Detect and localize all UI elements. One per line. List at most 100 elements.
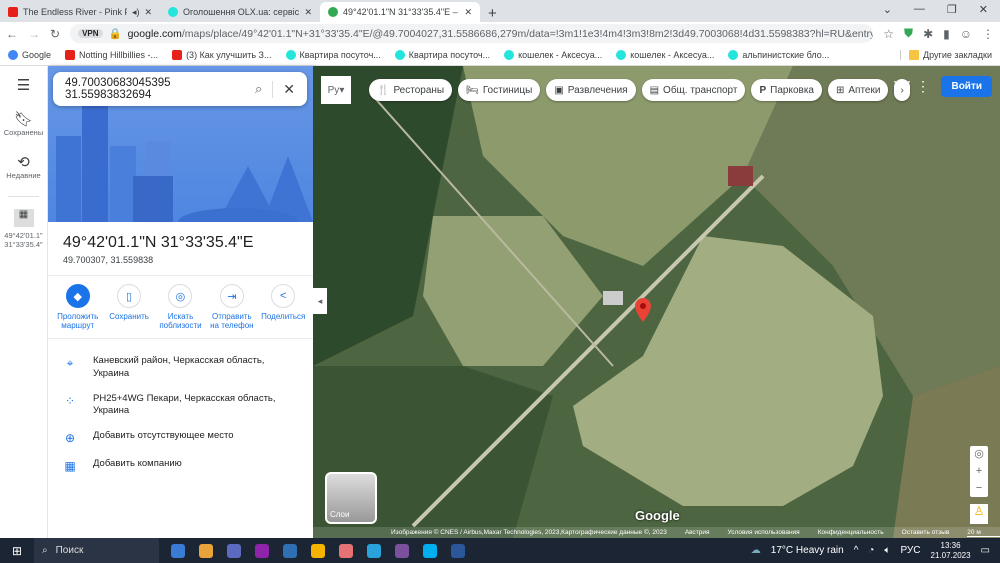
tab-youtube[interactable]: The Endless River - Pink Floyd◂)✕ (0, 2, 160, 22)
bookmark[interactable]: альпинистские бло... (728, 50, 829, 60)
volume-icon[interactable]: 🔈︎ (884, 545, 890, 556)
add-missing-place-row[interactable]: ⊕ Добавить отсутствующее место (48, 422, 313, 450)
bookmark[interactable]: кошелек - Аксесуа... (616, 50, 714, 60)
save-button[interactable]: ▯ Сохранить (104, 284, 154, 330)
bookmark[interactable]: Квартира посуточ... (285, 50, 381, 60)
tab-google-maps[interactable]: 49°42'01.1"N 31°33'35.4"E – Google Maps✕ (320, 2, 480, 22)
tab-search-button[interactable]: ⌄ (883, 3, 892, 16)
recent-button[interactable]: ⟲ Недавние (0, 153, 47, 180)
search-box[interactable]: 49.70030683045395 31.55983832694 ⌕ ✕ (53, 72, 307, 106)
menu-button[interactable]: ☰ (0, 76, 47, 94)
taskbar-app-icon[interactable] (395, 543, 409, 558)
back-icon[interactable]: ← (6, 27, 18, 41)
share-button[interactable]: < Поделиться (258, 284, 308, 330)
maps-side-rail: ☰ 🔖︎ Сохранены ⟲ Недавние ▦ 49°42'01.1" 31°3… (0, 66, 48, 538)
close-tab-icon[interactable]: ✕ (144, 7, 152, 18)
zoom-in-button[interactable]: + (970, 463, 988, 480)
search-icon[interactable]: ⌕ (255, 81, 262, 97)
close-icon[interactable]: ✕ (272, 80, 295, 98)
taskbar-app-icon[interactable] (171, 543, 185, 558)
weather-text[interactable]: 17°C Heavy rain (771, 545, 844, 556)
star-icon[interactable]: ☆ (883, 27, 894, 41)
scale-bar[interactable]: 20 м (967, 529, 1000, 537)
layers-button[interactable]: Слои (325, 472, 377, 524)
windows-start-icon[interactable]: ⊞ (0, 544, 34, 558)
notifications-icon[interactable]: ▭ (981, 545, 990, 556)
address-bar[interactable]: VPN 🔒 google.com/maps/place/49°42'01.1"N… (70, 24, 874, 43)
chip-pharmacies[interactable]: ⊞ Аптеки (827, 79, 889, 101)
weather-icon: ☁ (750, 545, 761, 556)
bookmarks-bar: Google Notting Hillbillies -... (3) Как … (0, 45, 1000, 66)
youtube-icon (8, 7, 18, 17)
apps-grid-icon[interactable]: ⋮⋮⋮ (888, 78, 930, 95)
taskbar-app-icon[interactable] (255, 543, 269, 558)
extensions-icon[interactable]: ✱ (923, 27, 933, 41)
taskbar-app-icon[interactable] (367, 543, 381, 558)
language-select[interactable]: Ру ▾ (321, 76, 351, 104)
zoom-out-button[interactable]: − (970, 480, 988, 497)
add-place-icon: ⊕ (64, 431, 76, 446)
mute-icon[interactable]: ◂) (132, 7, 140, 18)
taskbar-app-icon[interactable] (423, 543, 437, 558)
saved-button[interactable]: 🔖︎ Сохранены (0, 110, 47, 137)
chip-transit[interactable]: ▤ Общ. транспорт (641, 79, 746, 101)
vpn-badge[interactable]: VPN (78, 29, 103, 38)
reload-icon[interactable]: ↻ (50, 27, 60, 41)
taskbar-app-icon[interactable] (199, 543, 213, 558)
recent-place[interactable]: ▦ 49°42'01.1" 31°33'35.4" (0, 209, 47, 249)
taskbar-app-icon[interactable] (451, 543, 465, 558)
chip-entertainment[interactable]: ▣ Развлечения (546, 79, 636, 101)
menu-icon[interactable]: ⋮ (982, 27, 994, 41)
my-location-icon[interactable]: ◎ (970, 446, 988, 463)
close-window-button[interactable]: ✕ (979, 3, 988, 16)
map-footer: Изображения © CNES / Airbus,Maxar Techno… (313, 527, 1000, 538)
chip-restaurants[interactable]: 🍴 Рестораны (369, 79, 453, 101)
chip-parking[interactable]: P Парковка (751, 79, 822, 101)
other-bookmarks[interactable]: Другие закладки (900, 50, 992, 60)
chip-hotels[interactable]: 🛏 Гостиницы (458, 79, 541, 101)
bookmark[interactable]: (3) Как улучшить З... (172, 50, 272, 60)
language-indicator[interactable]: РУС (900, 545, 920, 556)
close-tab-icon[interactable]: ✕ (304, 7, 312, 18)
footer-link[interactable]: Условия использования (728, 529, 800, 536)
taskbar-app-icon[interactable] (339, 543, 353, 558)
network-icon[interactable]: ◔ (868, 545, 874, 556)
taskbar-search[interactable]: ⌕ Поиск (34, 538, 159, 563)
add-business-icon: ▦ (64, 459, 76, 474)
close-tab-icon[interactable]: ✕ (464, 7, 472, 18)
bookmark[interactable]: кошелек - Аксесуа... (504, 50, 602, 60)
pegman-icon[interactable]: ♙ (970, 504, 988, 524)
maximize-button[interactable]: ❐ (947, 3, 957, 16)
side-panel-icon[interactable]: ▮ (943, 27, 950, 41)
forward-icon[interactable]: → (28, 27, 40, 41)
footer-link[interactable]: Оставить отзыв (902, 529, 950, 536)
satellite-map[interactable]: Ру ▾ 🍴 Рестораны 🛏 Гостиницы ▣ Развлечения … (313, 66, 1000, 538)
taskbar-app-icon[interactable] (227, 543, 241, 558)
directions-button[interactable]: ◆ Проложить маршрут (53, 284, 103, 330)
url-path: /maps/place/49°42'01.1"N+31°33'35.4"E/@4… (181, 27, 874, 40)
sign-in-button[interactable]: Войти (941, 76, 992, 97)
hamburger-icon: ☰ (16, 77, 31, 94)
footer-link[interactable]: Австрия (685, 529, 710, 536)
bookmark[interactable]: Notting Hillbillies -... (65, 50, 158, 60)
nearby-button[interactable]: ◎ Искать поблизости (155, 284, 205, 330)
profile-icon[interactable]: ☺ (960, 27, 972, 41)
collapse-panel-button[interactable]: ◂ (313, 288, 327, 314)
bookmark[interactable]: Квартира посуточ... (394, 50, 490, 60)
taskbar-app-icon[interactable] (311, 543, 325, 558)
tray-chevron-icon[interactable]: ^ (854, 545, 859, 556)
address-row[interactable]: ⌖ Каневский район, Черкасская область, Ук… (48, 347, 313, 385)
new-tab-button[interactable]: + (480, 5, 505, 22)
send-to-phone-button[interactable]: ⇥ Отправить на телефон (207, 284, 257, 330)
taskbar-app-icon[interactable] (283, 543, 297, 558)
tab-olx[interactable]: Оголошення OLX.ua: сервіс оголошень✕ (160, 2, 320, 22)
clock[interactable]: 13:36 21.07.2023 (931, 541, 971, 560)
plus-code-row[interactable]: ⁘ PH25+4WG Пекари, Черкасская область, Ук… (48, 385, 313, 423)
search-input[interactable]: 49.70030683045395 31.55983832694 (65, 77, 245, 101)
bookmark[interactable]: Google (8, 50, 51, 60)
minimize-button[interactable]: — (914, 3, 925, 16)
add-business-row[interactable]: ▦ Добавить компанию (48, 450, 313, 478)
footer-link[interactable]: Конфиденциальность (818, 529, 884, 536)
toolbar: ← → ↻ VPN 🔒 google.com/maps/place/49°42'01… (0, 22, 1000, 45)
extension-shield-icon[interactable]: ⛊ (904, 26, 913, 41)
